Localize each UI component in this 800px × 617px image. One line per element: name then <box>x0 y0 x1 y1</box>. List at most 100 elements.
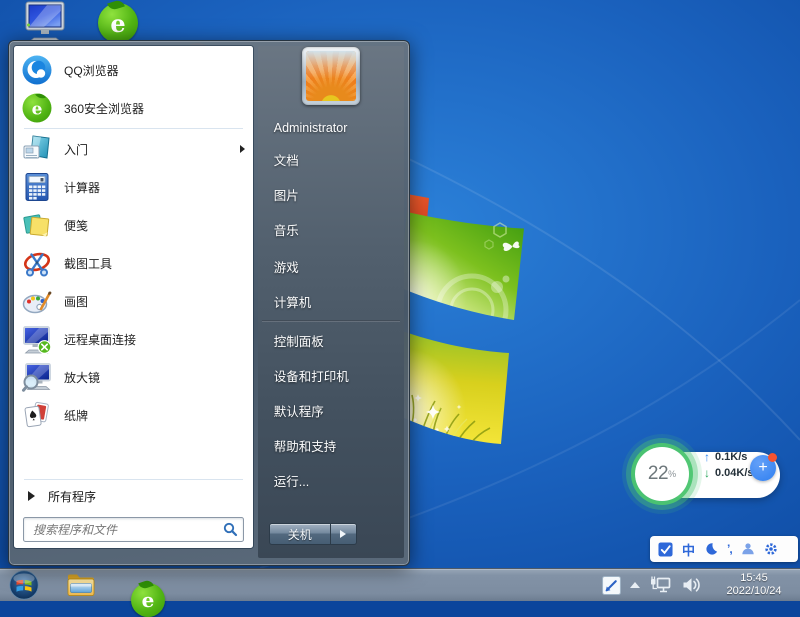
avatar-flower-picture <box>306 51 356 101</box>
user-name-item[interactable]: Administrator <box>258 114 404 142</box>
remote-desktop-icon <box>21 323 53 355</box>
ime-punctuation-toggle[interactable]: ’, <box>727 542 732 556</box>
download-arrow-icon: ↓ <box>704 467 710 479</box>
menu-item-label: 截图工具 <box>64 255 112 272</box>
user-lexicon-icon[interactable] <box>741 542 755 556</box>
divider <box>24 128 243 129</box>
start-orb-button[interactable] <box>7 569 41 601</box>
all-programs-arrow-icon <box>28 491 35 501</box>
menu-item-label: 便笺 <box>64 217 88 234</box>
spacer <box>14 434 253 478</box>
360-browser-icon: e <box>21 92 53 124</box>
menu-item-paint[interactable]: 画图 <box>14 282 253 320</box>
menu-item-magnifier[interactable]: 放大镜 <box>14 358 253 396</box>
svg-text:e: e <box>32 100 43 120</box>
submenu-arrow-icon <box>240 145 245 153</box>
menu-item-label: 计算器 <box>64 179 100 196</box>
upload-row: ↑ 0.1K/s <box>704 451 754 463</box>
explorer-folder-icon <box>66 572 96 598</box>
right-item-music[interactable]: 音乐 <box>258 212 404 247</box>
shutdown-button[interactable]: 关机 <box>269 523 331 545</box>
menu-item-getting-started[interactable]: 入门 <box>14 130 253 168</box>
search-icon[interactable] <box>223 522 238 537</box>
all-programs-label: 所有程序 <box>48 488 96 505</box>
user-avatar[interactable] <box>302 47 360 105</box>
ime-logo-icon[interactable] <box>658 542 673 557</box>
tray-pen-flag-icon[interactable] <box>602 576 621 595</box>
fullwidth-moon-icon[interactable] <box>704 542 718 556</box>
menu-item-360-browser[interactable]: e 360安全浏览器 <box>14 89 253 127</box>
shutdown-label: 关机 <box>288 526 312 543</box>
menu-item-label: 360安全浏览器 <box>64 100 144 117</box>
360-browser-icon[interactable]: e <box>98 3 138 43</box>
menu-item-label: 远程桌面连接 <box>64 331 136 348</box>
tray-date: 2022/10/24 <box>712 585 796 598</box>
all-programs-button[interactable]: 所有程序 <box>14 481 253 511</box>
shutdown-arrow-icon <box>340 530 346 538</box>
menu-item-calculator[interactable]: 计算器 <box>14 168 253 206</box>
search-box <box>23 517 244 542</box>
menu-item-label: QQ浏览器 <box>64 62 119 79</box>
menu-item-snipping-tool[interactable]: 截图工具 <box>14 244 253 282</box>
right-item-computer[interactable]: 计算机 <box>258 284 404 319</box>
right-item-run[interactable]: 运行... <box>258 463 404 498</box>
search-input[interactable] <box>31 522 223 538</box>
taskbar: e 15:45 <box>0 568 800 601</box>
right-item-pictures[interactable]: 图片 <box>258 177 404 212</box>
menu-item-label: 画图 <box>64 293 88 310</box>
right-item-help-support[interactable]: 帮助和支持 <box>258 428 404 463</box>
magnifier-icon <box>21 361 53 393</box>
ime-settings-gear-icon[interactable] <box>764 542 778 556</box>
network-icon[interactable] <box>649 575 673 595</box>
search-row <box>14 511 253 542</box>
user-name-label: Administrator <box>274 121 348 135</box>
ime-toolbar: 中 ’, <box>650 536 798 562</box>
upload-value: 0.1K/s <box>715 451 747 463</box>
right-item-devices-printers[interactable]: 设备和打印机 <box>258 358 404 393</box>
volume-icon[interactable] <box>682 576 703 594</box>
menu-item-qq-browser[interactable]: QQ浏览器 <box>14 51 253 89</box>
download-value: 0.04K/s <box>715 467 754 479</box>
percent-value: 22 <box>648 463 668 485</box>
menu-item-label: 放大镜 <box>64 369 100 386</box>
menu-item-solitaire[interactable]: 纸牌 <box>14 396 253 434</box>
upload-arrow-icon: ↑ <box>704 451 710 463</box>
paint-icon <box>21 285 53 317</box>
shutdown-options-button[interactable] <box>331 523 357 545</box>
accelerate-plus-button[interactable]: + <box>750 455 776 481</box>
shutdown-row: 关机 <box>269 523 357 545</box>
menu-item-label: 纸牌 <box>64 407 88 424</box>
start-menu: QQ浏览器 e 360安全浏览器 <box>8 40 410 566</box>
menu-item-sticky-notes[interactable]: 便笺 <box>14 206 253 244</box>
menu-item-label: 入门 <box>64 141 88 158</box>
start-menu-right-panel: Administrator 文档 图片 音乐 游戏 计算机 控制面板 设备和打印… <box>258 46 404 558</box>
calculator-icon <box>21 171 53 203</box>
right-item-control-panel[interactable]: 控制面板 <box>258 323 404 358</box>
divider <box>24 479 243 480</box>
taskbar-explorer-button[interactable] <box>63 569 99 601</box>
taskbar-clock[interactable]: 15:45 2022/10/24 <box>712 572 796 598</box>
right-item-default-programs[interactable]: 默认程序 <box>258 393 404 428</box>
download-row: ↓ 0.04K/s <box>704 467 754 479</box>
menu-item-remote-desktop[interactable]: 远程桌面连接 <box>14 320 253 358</box>
sticky-notes-icon <box>21 209 53 241</box>
ime-mode-toggle[interactable]: 中 <box>682 540 695 559</box>
show-hidden-icons-button[interactable] <box>630 582 640 588</box>
snipping-tool-icon <box>21 247 53 279</box>
right-item-documents[interactable]: 文档 <box>258 142 404 177</box>
getting-started-icon <box>21 133 53 165</box>
notification-dot <box>768 453 777 462</box>
memory-percent-ball[interactable]: 22 % <box>635 447 689 501</box>
chevron-up-icon <box>630 582 640 588</box>
net-speed-stats: ↑ 0.1K/s ↓ 0.04K/s <box>704 451 754 479</box>
tray-time: 15:45 <box>712 572 796 585</box>
net-speed-widget: ↑ 0.1K/s ↓ 0.04K/s + 22 % <box>628 440 790 510</box>
solitaire-icon <box>21 399 53 431</box>
taskbar-360-browser-button[interactable]: e <box>131 583 165 617</box>
start-menu-left-panel: QQ浏览器 e 360安全浏览器 <box>14 46 253 548</box>
percent-unit: % <box>668 469 676 479</box>
system-tray: 15:45 2022/10/24 <box>602 569 800 601</box>
desktop: { "colors": { "desktop_blue": "#1a61bd",… <box>0 0 800 600</box>
divider <box>262 320 400 322</box>
right-item-games[interactable]: 游戏 <box>258 249 404 284</box>
